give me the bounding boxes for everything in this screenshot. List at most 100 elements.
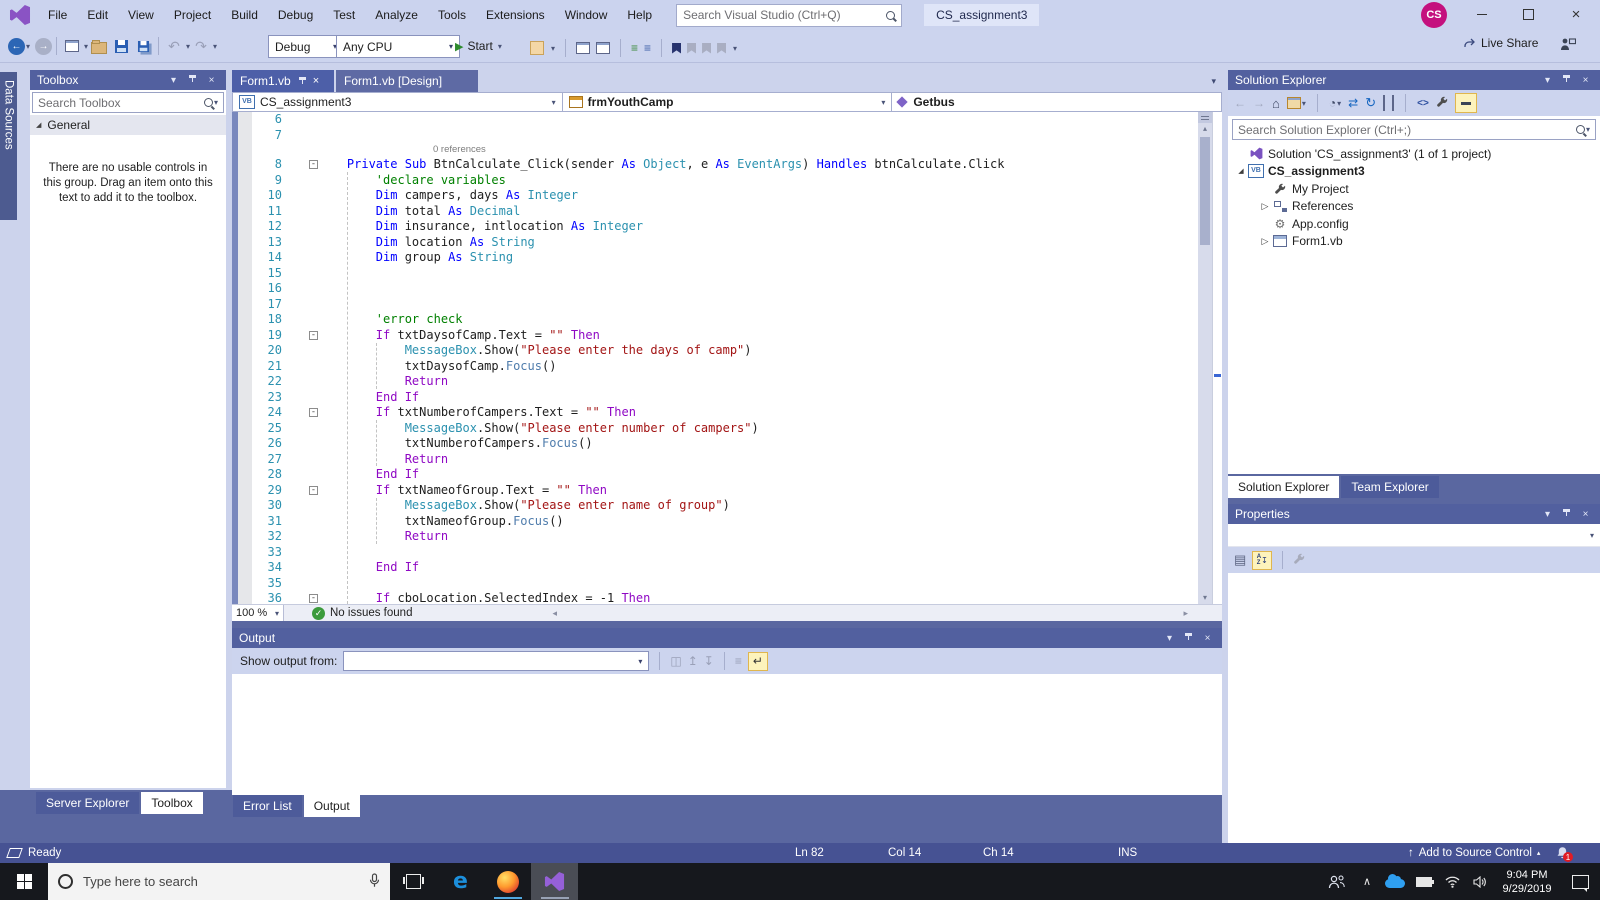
menu-help[interactable]: Help bbox=[617, 0, 662, 30]
firefox-button[interactable] bbox=[484, 863, 531, 900]
live-share-button[interactable]: Live Share bbox=[1462, 36, 1538, 50]
code-line-10[interactable]: 10 Dim campers, days As Integer bbox=[232, 188, 1198, 204]
next-bookmark-icon[interactable] bbox=[702, 42, 712, 54]
scroll-left-icon[interactable]: ◂ bbox=[552, 608, 557, 619]
indent-icon[interactable]: ≡ bbox=[631, 41, 638, 55]
back-dropdown-icon[interactable]: ▾ bbox=[26, 42, 30, 51]
code-line-9[interactable]: 9 'declare variables bbox=[232, 173, 1198, 189]
solution-explorer-search-input[interactable]: Search Solution Explorer (Ctrl+;) ▾ bbox=[1232, 119, 1596, 140]
output-header[interactable]: Output ▾ × bbox=[232, 628, 1222, 648]
previous-bookmark-icon[interactable] bbox=[687, 42, 697, 54]
redo-button[interactable]: ↷ bbox=[190, 35, 212, 57]
code-line-6[interactable]: 6 bbox=[232, 112, 1198, 128]
menu-debug[interactable]: Debug bbox=[268, 0, 323, 30]
menu-analyze[interactable]: Analyze bbox=[365, 0, 428, 30]
categorized-icon[interactable]: ▤ bbox=[1234, 552, 1246, 568]
bottom-tab-error-list[interactable]: Error List bbox=[233, 795, 302, 817]
network-button[interactable] bbox=[1438, 863, 1466, 900]
view-code-icon[interactable]: <> bbox=[1417, 98, 1429, 109]
alphabetical-sort-button[interactable]: A Z ↧ bbox=[1252, 550, 1273, 570]
scrollbar-thumb[interactable] bbox=[1200, 137, 1210, 245]
fold-toggle[interactable]: - bbox=[309, 330, 318, 340]
fold-toggle[interactable]: - bbox=[309, 594, 318, 604]
code-line-33[interactable]: 33 bbox=[232, 545, 1198, 561]
menu-project[interactable]: Project bbox=[164, 0, 221, 30]
pin-icon[interactable] bbox=[1181, 632, 1196, 644]
new-window-icon[interactable] bbox=[576, 42, 591, 54]
refresh-icon[interactable]: ↻ bbox=[1365, 95, 1376, 111]
properties-header[interactable]: Properties ▾ × bbox=[1228, 504, 1600, 524]
fold-toggle[interactable]: - bbox=[309, 485, 318, 495]
start-debugging-button[interactable]: ▶ Start ▾ bbox=[455, 35, 502, 57]
menu-edit[interactable]: Edit bbox=[77, 0, 118, 30]
output-source-select[interactable]: ▾ bbox=[343, 651, 650, 671]
previous-message-icon[interactable]: ↥ bbox=[688, 654, 698, 668]
properties-object-select[interactable]: ▾ bbox=[1228, 524, 1600, 547]
open-file-button[interactable] bbox=[88, 35, 110, 57]
save-button[interactable] bbox=[110, 35, 132, 57]
edge-button[interactable]: e bbox=[437, 863, 484, 900]
split-window-icon[interactable] bbox=[596, 42, 611, 54]
code-line-18[interactable]: 18 'error check bbox=[232, 312, 1198, 328]
expanded-icon[interactable]: ◢ bbox=[1234, 167, 1248, 175]
close-icon[interactable]: × bbox=[1200, 633, 1215, 644]
editor-vertical-scrollbar[interactable]: ▴ ▾ bbox=[1198, 112, 1212, 604]
codelens-references[interactable]: 0 references bbox=[232, 143, 1198, 157]
menu-extensions[interactable]: Extensions bbox=[476, 0, 555, 30]
toolbar-overflow-icon[interactable]: ▾ bbox=[733, 44, 737, 53]
document-health-indicator[interactable]: ✓ No issues found bbox=[312, 606, 412, 620]
tab-list-icon[interactable]: ▾ bbox=[1211, 76, 1222, 87]
clock[interactable]: 9:04 PM 9/29/2019 bbox=[1494, 863, 1560, 900]
properties-wrench-icon[interactable] bbox=[1436, 96, 1448, 111]
bottom-tab-output[interactable]: Output bbox=[303, 795, 360, 817]
find-in-files-icon[interactable] bbox=[530, 41, 544, 55]
code-line-34[interactable]: 34 End If bbox=[232, 560, 1198, 576]
property-pages-wrench-icon[interactable] bbox=[1293, 553, 1305, 568]
sync-with-active-document-button[interactable]: ▾ bbox=[1286, 97, 1306, 109]
menu-view[interactable]: View bbox=[118, 0, 164, 30]
tree-item[interactable]: ▷ Form1.vb bbox=[1228, 233, 1600, 251]
nav-type-dropdown[interactable]: frmYouthCamp ▾ bbox=[562, 93, 893, 111]
scroll-up-icon[interactable]: ▴ bbox=[1198, 123, 1212, 135]
show-hidden-icons-button[interactable]: ∧ bbox=[1354, 863, 1380, 900]
nav-project-dropdown[interactable]: VB CS_assignment3 ▾ bbox=[233, 93, 563, 111]
tab-form1vb[interactable]: Form1.vb × bbox=[232, 70, 334, 92]
tree-item[interactable]: ⚙ App.config bbox=[1228, 215, 1600, 233]
tree-item[interactable]: ◢ VB CS_assignment3 bbox=[1228, 163, 1600, 181]
window-menu-icon[interactable]: ▾ bbox=[1540, 75, 1555, 86]
code-line-12[interactable]: 12 Dim insurance, intlocation As Integer bbox=[232, 219, 1198, 235]
people-button[interactable] bbox=[1320, 863, 1354, 900]
toolbox-header[interactable]: Toolbox ▾ × bbox=[30, 70, 226, 90]
find-message-icon[interactable]: ◫ bbox=[670, 654, 681, 668]
forward-icon[interactable]: → bbox=[1253, 96, 1265, 110]
pin-icon[interactable] bbox=[298, 74, 307, 88]
navigate-forward-button[interactable]: → bbox=[35, 37, 53, 55]
group-overflow-icon[interactable]: ▾ bbox=[551, 44, 555, 53]
solution-explorer-header[interactable]: Solution Explorer ▾ × bbox=[1228, 70, 1600, 90]
close-button[interactable]: × bbox=[1556, 0, 1596, 28]
tab-form1vb-design[interactable]: Form1.vb [Design] bbox=[336, 70, 478, 92]
right-tab-solution-explorer[interactable]: Solution Explorer bbox=[1228, 476, 1340, 498]
solution-configuration-select[interactable]: Debug ▾ bbox=[268, 35, 344, 58]
undo-button[interactable]: ↶ bbox=[163, 35, 185, 57]
close-icon[interactable]: × bbox=[204, 75, 219, 86]
scroll-down-icon[interactable]: ▾ bbox=[1198, 592, 1212, 604]
microphone-icon[interactable] bbox=[369, 872, 380, 891]
fold-toggle[interactable]: - bbox=[309, 160, 318, 170]
close-icon[interactable]: × bbox=[1578, 509, 1593, 520]
show-all-files-button[interactable] bbox=[1454, 93, 1477, 113]
splitter-horizontal[interactable] bbox=[232, 620, 1222, 628]
collapsed-icon[interactable]: ▷ bbox=[1258, 236, 1272, 247]
pending-changes-filter-button[interactable]: ◔ ▾ bbox=[1329, 96, 1341, 110]
menu-window[interactable]: Window bbox=[555, 0, 618, 30]
battery-button[interactable] bbox=[1410, 863, 1438, 900]
split-editor-handle[interactable] bbox=[1198, 112, 1212, 123]
code-line-24[interactable]: 24- If txtNumberofCampers.Text = "" Then bbox=[232, 405, 1198, 421]
notifications-bell-button[interactable]: 1 bbox=[1556, 846, 1573, 862]
taskbar-search-box[interactable]: Type here to search bbox=[48, 863, 390, 900]
code-line-14[interactable]: 14 Dim group As String bbox=[232, 250, 1198, 266]
sidebar-tab-data-sources[interactable]: Data Sources bbox=[0, 72, 17, 220]
code-line-7[interactable]: 7 bbox=[232, 128, 1198, 144]
home-icon[interactable]: ⌂ bbox=[1272, 96, 1280, 111]
menu-file[interactable]: File bbox=[38, 0, 77, 30]
